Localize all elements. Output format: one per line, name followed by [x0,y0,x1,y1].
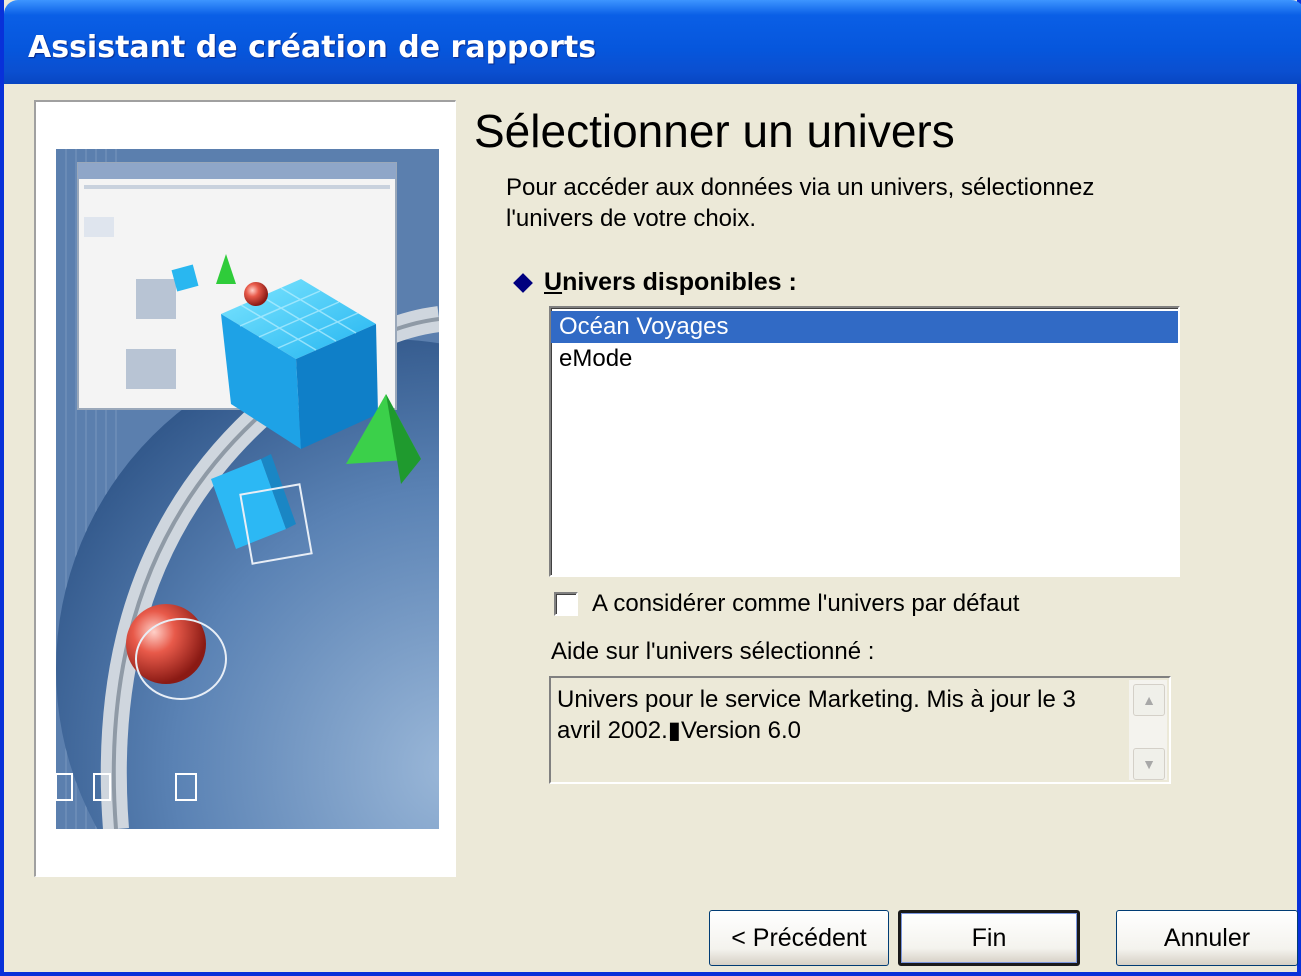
help-label: Aide sur l'univers sélectionné : [551,638,875,665]
list-item-emode[interactable]: eMode [551,343,1178,375]
title-bar[interactable]: Assistant de création de rapports [4,0,1301,84]
help-text: Univers pour le service Marketing. Mis à… [557,684,1127,746]
universe-list-label-text: Univers disponibles : [544,268,797,296]
default-universe-checkbox[interactable] [554,592,578,616]
list-item-ocean-voyages[interactable]: Océan Voyages [551,311,1178,343]
cancel-button[interactable]: Annuler [1116,910,1298,966]
help-text-line-1: Univers pour le service Marketing. Mis à… [557,686,1076,713]
previous-button[interactable]: < Précédent [709,910,889,966]
default-universe-option[interactable]: A considérer comme l'univers par défaut [554,590,1019,618]
help-scrollbar[interactable]: ▲ ▼ [1129,680,1167,780]
finish-button[interactable]: Fin [898,910,1080,966]
help-text-line-2: avril 2002.▮Version 6.0 [557,717,802,744]
illustration-graphic [56,149,439,829]
universe-list-label: Univers disponibles : [510,268,797,297]
intro-text: Pour accéder aux données via un univers,… [506,172,1206,234]
universe-listbox[interactable]: Océan Voyages eMode [549,306,1180,577]
help-textbox[interactable]: Univers pour le service Marketing. Mis à… [549,676,1171,784]
page-heading: Sélectionner un univers [474,105,955,157]
window-title: Assistant de création de rapports [28,30,597,65]
scroll-down-arrow-icon[interactable]: ▼ [1133,748,1165,780]
wizard-illustration [56,149,439,829]
scroll-up-arrow-icon[interactable]: ▲ [1133,684,1165,716]
illustration-panel [34,100,456,877]
intro-line-2: l'univers de votre choix. [506,205,757,232]
wizard-window: Assistant de création de rapports Sélect… [0,0,1301,976]
default-universe-checkbox-label[interactable]: A considérer comme l'univers par défaut [592,590,1019,618]
diamond-bullet-icon [513,272,533,293]
intro-line-1: Pour accéder aux données via un univers,… [506,174,1095,201]
